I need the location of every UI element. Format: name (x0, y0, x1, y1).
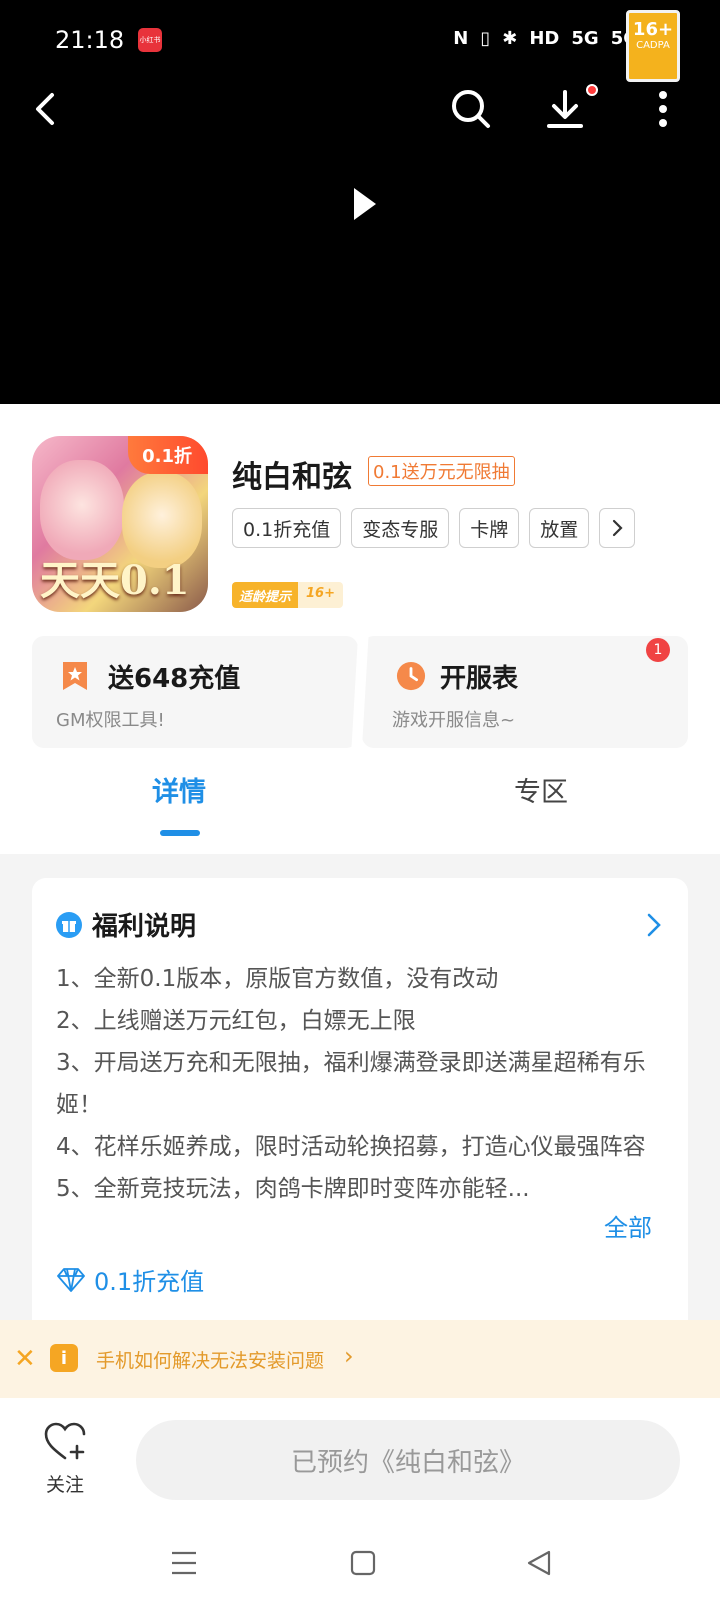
back-arrow-icon (36, 93, 54, 125)
back-button[interactable] (22, 84, 72, 134)
notification-app-icon: 小红书 (138, 28, 162, 52)
chevron-right-icon: › (344, 1342, 354, 1370)
card-subtitle: 游戏开服信息~ (392, 710, 516, 731)
tags-more-button[interactable] (599, 508, 636, 548)
bookmark-star-icon (63, 662, 87, 690)
list-item: 2、上线赠送万元红包，白嫖无上限 (56, 1008, 416, 1034)
age-rating-badge: 16+ CADPA (626, 10, 680, 82)
hd-icon: HD (529, 28, 560, 49)
status-time: 21:18 (55, 26, 125, 54)
clock-icon (396, 661, 426, 691)
bluetooth-icon: ✱ (502, 28, 518, 49)
search-icon (452, 90, 490, 128)
heart-plus-icon (44, 1422, 86, 1460)
recharge-gift-card[interactable]: 送648充值 GM权限工具! (32, 636, 358, 748)
benefits-list: 1、全新0.1版本，原版官方数值，没有改动 2、上线赠送万元红包，白嫖无上限 3… (56, 958, 656, 1210)
game-icon: 天天0.1 0.1折 (32, 436, 208, 612)
system-nav-bar (0, 1524, 720, 1608)
download-button[interactable] (540, 84, 590, 134)
list-item: 5、全新竞技玩法，肉鸽卡牌即时变阵亦能轻... (56, 1176, 530, 1202)
close-icon[interactable]: ✕ (14, 1344, 36, 1374)
benefits-title: 福利说明 (92, 912, 197, 942)
install-tip-banner[interactable]: ✕ i 手机如何解决无法安装问题 › (0, 1320, 720, 1398)
more-button[interactable] (638, 84, 688, 134)
character-art-left (40, 460, 124, 560)
home-icon[interactable] (350, 1550, 376, 1576)
see-all-link[interactable]: 全部 (604, 1208, 652, 1243)
card-subtitle: GM权限工具! (56, 710, 165, 731)
tag-item[interactable]: 变态专服 (351, 508, 450, 548)
follow-label: 关注 (45, 1474, 84, 1496)
benefits-panel: 福利说明 1、全新0.1版本，原版官方数值，没有改动 2、上线赠送万元红包，白嫖… (32, 878, 688, 1338)
menu-icon[interactable] (170, 1550, 198, 1576)
bottom-action-bar: 关注 已预约《纯白和弦》 (0, 1398, 720, 1524)
discount-badge: 0.1折 (128, 436, 208, 474)
tag-list: 0.1折充值 变态专服 卡牌 放置 (232, 508, 636, 548)
card-title: 送648充值 (108, 664, 241, 694)
reserved-button[interactable]: 已预约《纯白和弦》 (136, 1420, 680, 1500)
age-tip-badge[interactable]: 适龄提示 16+ (232, 582, 343, 608)
back-triangle-icon[interactable] (526, 1550, 552, 1576)
diamond-icon (57, 1267, 85, 1292)
tag-item[interactable]: 0.1折充值 (232, 508, 342, 548)
signal-5g-icon: 5G (571, 28, 599, 49)
status-bar: 21:18 小红书 N ▯ ✱ HD 5G 5G 16+ CADPA (0, 0, 720, 82)
play-button[interactable] (350, 186, 390, 226)
game-title: 纯白和弦 (232, 460, 352, 495)
icon-art-text: 天天0.1 (40, 557, 190, 604)
nfc-icon: N (453, 28, 469, 49)
notification-count-badge: 1 (646, 638, 670, 662)
list-item: 4、花样乐姬养成，限时活动轮换招募，打造心仪最强阵容 (56, 1134, 646, 1160)
recharge-link[interactable]: 0.1折充值 (56, 1262, 204, 1297)
status-icons: N ▯ ✱ HD 5G 5G (453, 28, 638, 49)
vibrate-icon: ▯ (480, 28, 491, 49)
recharge-label: 0.1折充值 (94, 1268, 205, 1296)
tag-item[interactable]: 放置 (529, 508, 590, 548)
chevron-right-icon (613, 519, 623, 537)
tab-indicator (160, 830, 200, 836)
info-icon: i (50, 1344, 78, 1372)
install-tip-text: 手机如何解决无法安装问题 (96, 1350, 325, 1372)
details-content: 福利说明 1、全新0.1版本，原版官方数值，没有改动 2、上线赠送万元红包，白嫖… (0, 854, 720, 1338)
benefits-header[interactable]: 福利说明 (56, 906, 196, 943)
play-icon (354, 188, 376, 220)
search-button[interactable] (446, 84, 496, 134)
tab-details[interactable]: 详情 (152, 770, 206, 809)
chevron-right-icon[interactable] (646, 912, 662, 938)
more-vertical-icon (659, 91, 667, 127)
gift-icon (56, 911, 82, 938)
list-item: 1、全新0.1版本，原版官方数值，没有改动 (56, 966, 499, 992)
follow-button[interactable]: 关注 (40, 1422, 90, 1497)
download-icon (547, 90, 583, 128)
list-item: 3、开局送万充和无限抽，福利爆满登录即送满星超稀有乐姬！ (56, 1050, 646, 1118)
video-player[interactable]: 21:18 小红书 N ▯ ✱ HD 5G 5G 16+ CADPA (0, 0, 720, 404)
tag-item[interactable]: 卡牌 (459, 508, 520, 548)
card-title: 开服表 (440, 664, 519, 694)
promo-tag: 0.1送万元无限抽 (368, 456, 515, 486)
tab-zone[interactable]: 专区 (514, 770, 568, 809)
download-notification-dot (586, 84, 598, 96)
game-header: 天天0.1 0.1折 纯白和弦 0.1送万元无限抽 0.1折充值 变态专服 卡牌… (0, 404, 720, 854)
feature-cards: 送648充值 GM权限工具! 开服表 游戏开服信息~ (32, 636, 688, 748)
tab-bar: 详情 专区 (0, 770, 720, 840)
server-schedule-card[interactable]: 开服表 游戏开服信息~ (362, 636, 688, 748)
